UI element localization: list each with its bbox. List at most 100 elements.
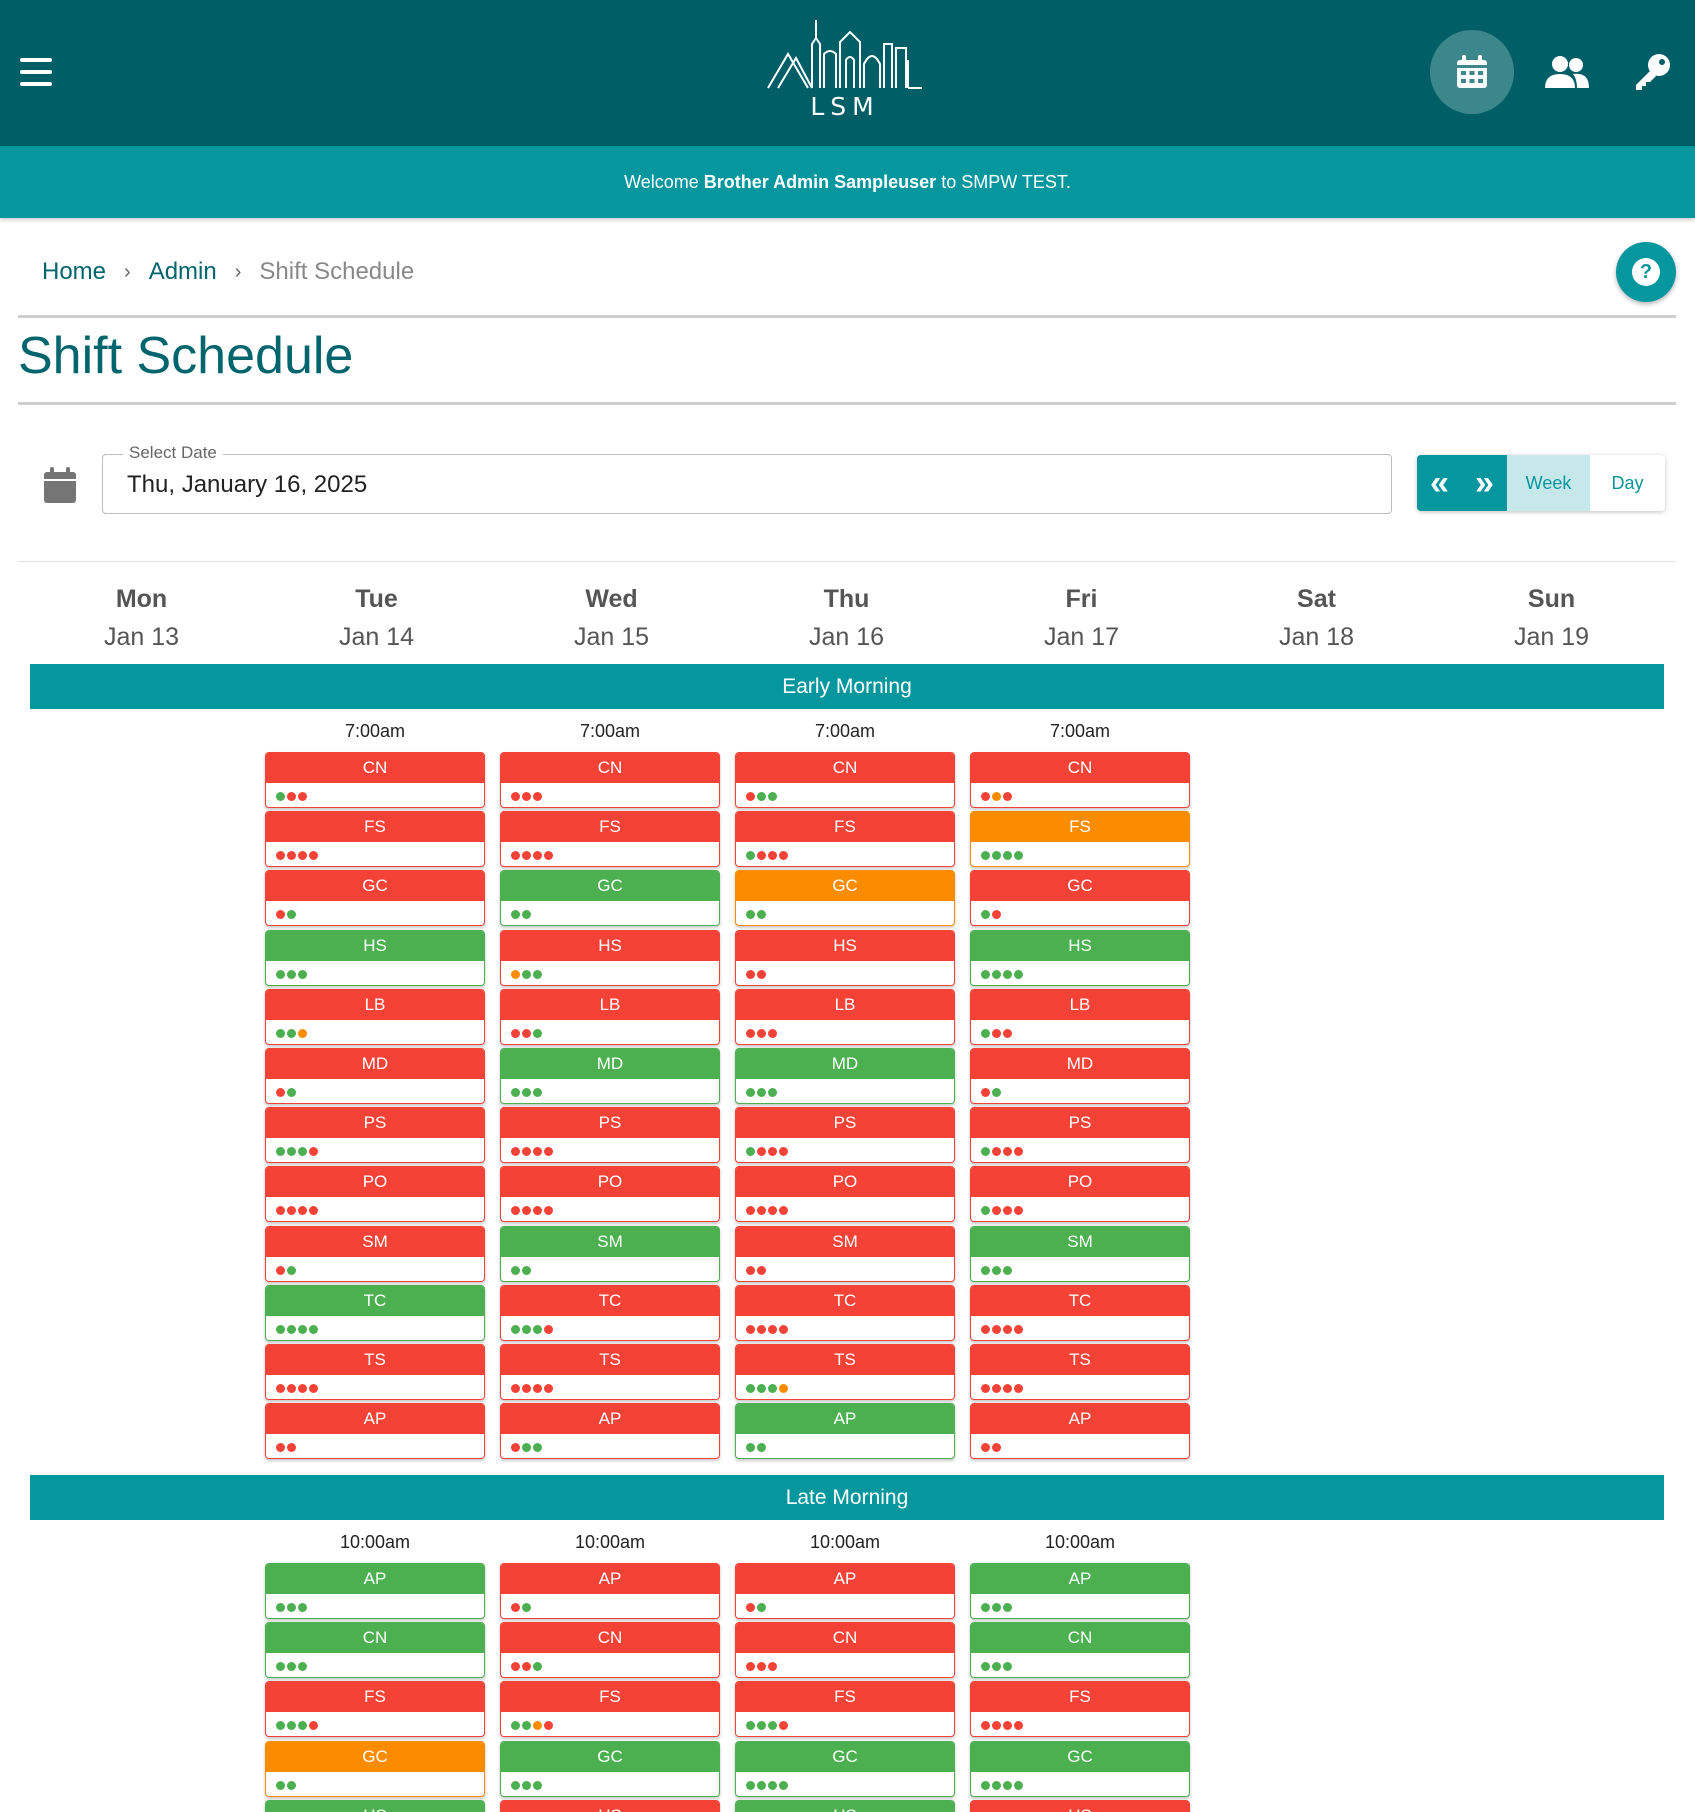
shift-time-label: 10:00am <box>809 1532 881 1552</box>
shift-card-cn[interactable]: CN <box>265 1622 485 1678</box>
shift-card-hs[interactable]: HS <box>500 930 720 986</box>
shift-card-sm[interactable]: SM <box>500 1226 720 1282</box>
status-dot-green <box>287 1146 296 1156</box>
shift-card-fs[interactable]: FS <box>970 1681 1190 1737</box>
shift-card-gc[interactable]: GC <box>970 1741 1190 1797</box>
shift-card-tc[interactable]: TC <box>500 1285 720 1341</box>
select-date-value[interactable]: Thu, January 16, 2025 <box>127 471 367 499</box>
shift-card-fs[interactable]: FS <box>735 1681 955 1737</box>
shift-card-cn[interactable]: CN <box>970 752 1190 808</box>
status-dot-red <box>757 1324 766 1334</box>
shift-card-md[interactable]: MD <box>500 1048 720 1104</box>
shift-card-ts[interactable]: TS <box>970 1344 1190 1400</box>
day-header-thu: Thu Jan 16 <box>729 585 964 652</box>
shift-card-ts[interactable]: TS <box>265 1344 485 1400</box>
shift-card-ps[interactable]: PS <box>970 1107 1190 1163</box>
shift-card-ts[interactable]: TS <box>500 1344 720 1400</box>
shift-card-fs[interactable]: FS <box>500 811 720 867</box>
shift-card-tc[interactable]: TC <box>970 1285 1190 1341</box>
shift-card-ts[interactable]: TS <box>735 1344 955 1400</box>
breadcrumb-admin[interactable]: Admin <box>149 258 217 286</box>
shift-card-ps[interactable]: PS <box>500 1107 720 1163</box>
status-dot-green <box>981 850 990 860</box>
day-name: Sun <box>1527 585 1576 613</box>
volunteer-status-dots <box>266 1138 484 1162</box>
users-nav-button[interactable] <box>1525 30 1609 114</box>
shift-card-gc[interactable]: GC <box>265 870 485 926</box>
shift-card-hs[interactable]: HS <box>735 930 955 986</box>
shift-card-gc[interactable]: GC <box>735 1741 955 1797</box>
shift-card-ap[interactable]: AP <box>265 1563 485 1619</box>
shift-card-hs[interactable]: HS <box>735 1800 955 1812</box>
status-dot-red <box>522 791 531 801</box>
shift-card-ap[interactable]: AP <box>500 1563 720 1619</box>
select-date-field[interactable]: Select Date Thu, January 16, 2025 <box>102 443 1392 514</box>
previous-week-button[interactable]: « <box>1417 455 1462 511</box>
next-week-button[interactable]: » <box>1462 455 1507 511</box>
shift-card-md[interactable]: MD <box>970 1048 1190 1104</box>
volunteer-status-dots <box>736 1772 954 1796</box>
shift-label: MD <box>266 1049 484 1079</box>
breadcrumb-home[interactable]: Home <box>42 258 106 286</box>
shift-card-ap[interactable]: AP <box>970 1403 1190 1459</box>
shift-card-hs[interactable]: HS <box>265 1800 485 1812</box>
shift-card-cn[interactable]: CN <box>265 752 485 808</box>
calendar-nav-button[interactable] <box>1430 30 1514 114</box>
shift-card-lb[interactable]: LB <box>735 989 955 1045</box>
shift-card-fs[interactable]: FS <box>970 811 1190 867</box>
shift-card-hs[interactable]: HS <box>970 1800 1190 1812</box>
key-nav-button[interactable] <box>1610 30 1694 114</box>
divider <box>18 561 1676 562</box>
shift-card-ap[interactable]: AP <box>735 1563 955 1619</box>
shift-card-lb[interactable]: LB <box>970 989 1190 1045</box>
shift-card-lb[interactable]: LB <box>500 989 720 1045</box>
shift-card-cn[interactable]: CN <box>500 752 720 808</box>
shift-card-ap[interactable]: AP <box>500 1403 720 1459</box>
shift-card-po[interactable]: PO <box>735 1166 955 1222</box>
shift-card-fs[interactable]: FS <box>265 1681 485 1737</box>
shift-card-sm[interactable]: SM <box>735 1226 955 1282</box>
shift-card-ap[interactable]: AP <box>735 1403 955 1459</box>
menu-icon[interactable] <box>20 58 52 86</box>
status-dot-green <box>757 1087 766 1097</box>
shift-card-gc[interactable]: GC <box>500 1741 720 1797</box>
shift-card-cn[interactable]: CN <box>735 1622 955 1678</box>
shift-card-ap[interactable]: AP <box>970 1563 1190 1619</box>
view-toggle-group: « » Week Day <box>1417 455 1665 511</box>
shift-card-fs[interactable]: FS <box>735 811 955 867</box>
shift-card-lb[interactable]: LB <box>265 989 485 1045</box>
shift-card-sm[interactable]: SM <box>265 1226 485 1282</box>
volunteer-status-dots <box>971 1257 1189 1281</box>
week-view-button[interactable]: Week <box>1507 455 1590 511</box>
shift-card-ps[interactable]: PS <box>265 1107 485 1163</box>
shift-card-po[interactable]: PO <box>500 1166 720 1222</box>
shift-card-fs[interactable]: FS <box>265 811 485 867</box>
shift-card-hs[interactable]: HS <box>265 930 485 986</box>
shift-card-tc[interactable]: TC <box>735 1285 955 1341</box>
shift-card-md[interactable]: MD <box>265 1048 485 1104</box>
shift-card-cn[interactable]: CN <box>970 1622 1190 1678</box>
shift-card-ps[interactable]: PS <box>735 1107 955 1163</box>
shift-card-md[interactable]: MD <box>735 1048 955 1104</box>
shift-card-cn[interactable]: CN <box>500 1622 720 1678</box>
help-button[interactable]: ? <box>1616 242 1676 302</box>
shift-card-gc[interactable]: GC <box>500 870 720 926</box>
day-view-button[interactable]: Day <box>1590 455 1665 511</box>
shift-card-cn[interactable]: CN <box>735 752 955 808</box>
shift-card-po[interactable]: PO <box>970 1166 1190 1222</box>
shift-card-fs[interactable]: FS <box>500 1681 720 1737</box>
shift-card-gc[interactable]: GC <box>970 870 1190 926</box>
status-dot-orange <box>298 1028 307 1038</box>
shift-card-sm[interactable]: SM <box>970 1226 1190 1282</box>
shift-card-tc[interactable]: TC <box>265 1285 485 1341</box>
status-dot-red <box>298 850 307 860</box>
lsm-logo[interactable]: LSM <box>760 14 930 126</box>
shift-card-gc[interactable]: GC <box>735 870 955 926</box>
shift-card-hs[interactable]: HS <box>500 1800 720 1812</box>
shift-card-ap[interactable]: AP <box>265 1403 485 1459</box>
volunteer-status-dots <box>736 961 954 985</box>
calendar-icon[interactable] <box>42 466 78 504</box>
shift-card-po[interactable]: PO <box>265 1166 485 1222</box>
shift-card-hs[interactable]: HS <box>970 930 1190 986</box>
shift-card-gc[interactable]: GC <box>265 1741 485 1797</box>
